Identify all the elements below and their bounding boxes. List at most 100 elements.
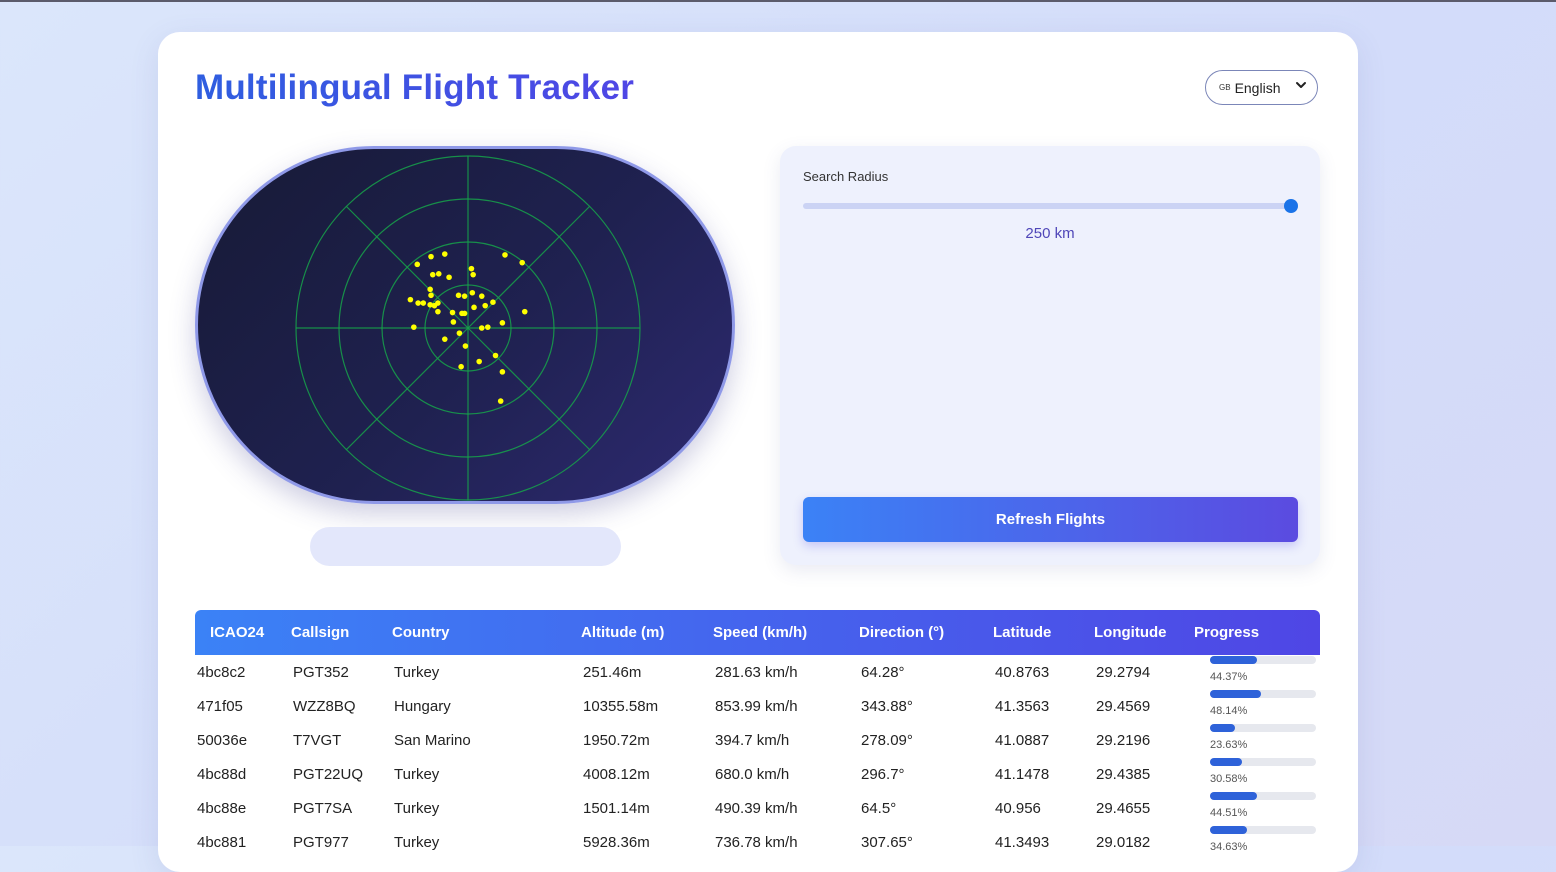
cell-icao24: 4bc88e [197,799,247,817]
progress-bar [1210,656,1316,664]
aircraft-dot[interactable] [461,293,468,299]
language-select[interactable]: GB English [1205,70,1318,105]
cell-longitude: 29.2196 [1096,731,1151,749]
aircraft-dot[interactable] [461,310,468,317]
aircraft-dot[interactable] [469,289,476,296]
progress-text: 23.63% [1210,739,1248,751]
aircraft-dot[interactable] [435,271,442,277]
aircraft-dot[interactable] [462,343,469,349]
header-progress[interactable]: Progress [1194,610,1320,655]
cell-latitude: 41.1478 [995,765,1050,783]
cell-speed: 490.39 km/h [715,799,798,817]
radar-spoke [467,205,591,329]
aircraft-dot[interactable] [478,293,485,299]
cell-callsign: PGT22UQ [293,765,364,783]
aircraft-dot[interactable] [497,398,504,404]
table-row[interactable]: 50036e T7VGT San Marino 1950.72m 394.7 km/h 2… [195,723,1320,757]
progress-text: 30.58% [1210,773,1248,785]
progress-bar-fill [1210,758,1243,766]
progress-bar-fill [1210,826,1247,834]
aircraft-dot[interactable] [446,274,452,281]
aircraft-dot[interactable] [428,253,434,260]
search-radius-slider-thumb[interactable] [1284,199,1298,213]
progress-bar [1210,826,1316,834]
radar-spoke [345,327,469,451]
aircraft-dot[interactable] [490,299,496,305]
header-direction[interactable]: Direction (°) [859,610,993,655]
cell-longitude: 29.2794 [1096,663,1151,681]
progress-bar-fill [1210,690,1262,698]
aircraft-dot[interactable] [455,292,462,299]
aircraft-dot[interactable] [519,259,525,266]
aircraft-dot[interactable] [427,286,433,293]
cell-country: Turkey [394,765,440,783]
progress-bar-fill [1210,724,1236,732]
aircraft-dot[interactable] [458,363,464,370]
table-row[interactable]: 4bc881 PGT977 Turkey 5928.36m 736.78 km/h 307… [195,825,1320,859]
aircraft-dot[interactable] [414,261,421,268]
cell-icao24: 4bc8c2 [197,663,246,681]
header-altitude[interactable]: Altitude (m) [581,610,713,655]
table-row[interactable]: 4bc88e PGT7SA Turkey 1501.14m 490.39 km/h 64.… [195,791,1320,825]
aircraft-dot[interactable] [415,300,421,306]
refresh-flights-button[interactable]: Refresh Flights [803,497,1298,542]
aircraft-dot[interactable] [441,251,448,257]
cell-longitude: 29.4385 [1096,765,1151,783]
aircraft-dot[interactable] [499,320,506,326]
cell-callsign: PGT352 [293,663,349,681]
cell-direction: 296.7° [861,765,905,783]
cell-icao24: 471f05 [197,697,243,715]
cell-longitude: 29.0182 [1096,833,1151,851]
cell-direction: 307.65° [861,833,913,851]
aircraft-dot[interactable] [420,300,427,306]
aircraft-dot[interactable] [450,319,457,325]
aircraft-dot[interactable] [492,352,499,359]
aircraft-dot[interactable] [470,271,476,278]
aircraft-dot[interactable] [478,325,485,331]
cell-callsign: T7VGT [293,731,342,749]
table-row[interactable]: 471f05 WZZ8BQ Hungary 10355.58m 853.99 km/h 3… [195,689,1320,723]
header-speed[interactable]: Speed (km/h) [713,610,859,655]
table-row[interactable]: 4bc88d PGT22UQ Turkey 4008.12m 680.0 km/h 296… [195,757,1320,791]
cell-progress: 44.37% [1194,655,1320,689]
aircraft-dot[interactable] [435,300,441,306]
aircraft-dot[interactable] [484,324,491,330]
header-callsign[interactable]: Callsign [291,610,392,655]
window-top-border [0,0,1556,2]
cell-direction: 343.88° [861,697,913,715]
header-icao24[interactable]: ICAO24 [195,610,291,655]
aircraft-dot[interactable] [428,292,434,299]
cell-latitude: 41.3493 [995,833,1050,851]
aircraft-dot[interactable] [456,330,463,336]
progress-text: 44.37% [1210,671,1248,683]
table-row[interactable]: 4bc8c2 PGT352 Turkey 251.46m 281.63 km/h 64.2… [195,655,1320,689]
aircraft-dot[interactable] [502,252,508,258]
aircraft-dot[interactable] [521,308,528,315]
cell-altitude: 5928.36m [583,833,650,851]
header-country[interactable]: Country [392,610,581,655]
page-title: Multilingual Flight Tracker [195,68,635,107]
aircraft-dot[interactable] [476,358,482,365]
header-latitude[interactable]: Latitude [993,610,1094,655]
aircraft-dot[interactable] [407,296,414,303]
search-radius-value: 250 km [1025,225,1075,242]
aircraft-dot[interactable] [429,271,436,278]
cell-speed: 281.63 km/h [715,663,798,681]
gb-flag-icon: GB [1219,83,1231,92]
aircraft-dot[interactable] [411,324,417,330]
aircraft-dot[interactable] [449,309,456,316]
cell-direction: 64.28° [861,663,905,681]
aircraft-dot[interactable] [471,304,477,311]
aircraft-dot[interactable] [441,336,448,342]
header-longitude[interactable]: Longitude [1094,610,1194,655]
controls-panel: Search Radius 250 km Refresh Flights [780,146,1320,565]
aircraft-dot[interactable] [435,308,441,315]
aircraft-dot[interactable] [468,265,475,272]
radar-caption [310,527,621,566]
aircraft-dot[interactable] [499,369,506,375]
cell-altitude: 10355.58m [583,697,659,715]
cell-latitude: 40.8763 [995,663,1050,681]
flights-table-body: 4bc8c2 PGT352 Turkey 251.46m 281.63 km/h 64.2… [195,655,1320,859]
aircraft-dot[interactable] [482,302,489,309]
search-radius-slider[interactable] [803,199,1298,213]
